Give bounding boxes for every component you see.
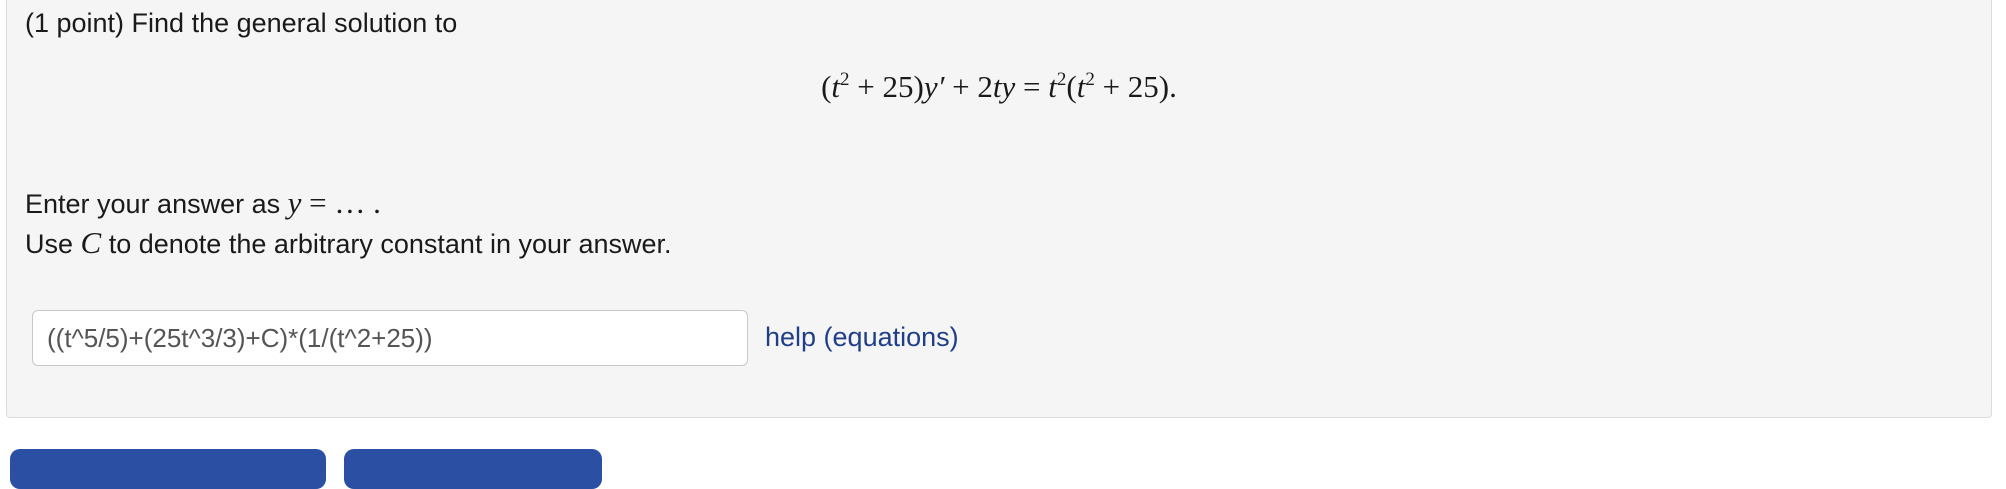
- differential-equation: (t2 + 25)y′ + 2ty = t2(t2 + 25).: [7, 67, 1991, 107]
- eq-var-y-prime: y′: [923, 69, 945, 104]
- instruction-2-prefix: Use: [25, 229, 81, 259]
- eq-rhs-inner-exp-2: 2: [1085, 69, 1095, 90]
- eq-plus-2: + 2: [944, 69, 993, 104]
- preview-button-partial[interactable]: [344, 449, 602, 489]
- eq-exp-2: 2: [840, 69, 850, 90]
- problem-prompt: (1 point) Find the general solution to: [25, 8, 458, 38]
- problem-panel: (1 point) Find the general solution to (…: [6, 0, 1992, 418]
- instruction-1-tail: = … .: [301, 185, 381, 220]
- instruction-2-math-c: C: [80, 225, 102, 260]
- eq-equals: =: [1015, 69, 1049, 104]
- instruction-answer-form: Enter your answer as y = … .: [25, 185, 381, 222]
- answer-input[interactable]: [32, 310, 748, 366]
- eq-rhs-t: t: [1048, 69, 1057, 104]
- eq-rhs-close: + 25).: [1094, 69, 1177, 104]
- eq-lhs-open: (: [821, 69, 832, 104]
- eq-rhs-open: (: [1066, 69, 1077, 104]
- instruction-1-math-y: y: [287, 185, 302, 220]
- eq-var-t: t: [831, 69, 841, 104]
- instruction-1-text: Enter your answer as: [25, 189, 288, 219]
- help-equations-link[interactable]: help (equations): [765, 319, 959, 355]
- submit-button-partial[interactable]: [10, 449, 326, 489]
- eq-rhs-exp-2: 2: [1056, 69, 1067, 90]
- eq-var-ty: ty: [992, 69, 1016, 104]
- eq-plus-25: + 25): [849, 69, 924, 104]
- instruction-constant: Use C to denote the arbitrary constant i…: [25, 225, 672, 262]
- instruction-2-suffix: to denote the arbitrary constant in your…: [101, 229, 672, 259]
